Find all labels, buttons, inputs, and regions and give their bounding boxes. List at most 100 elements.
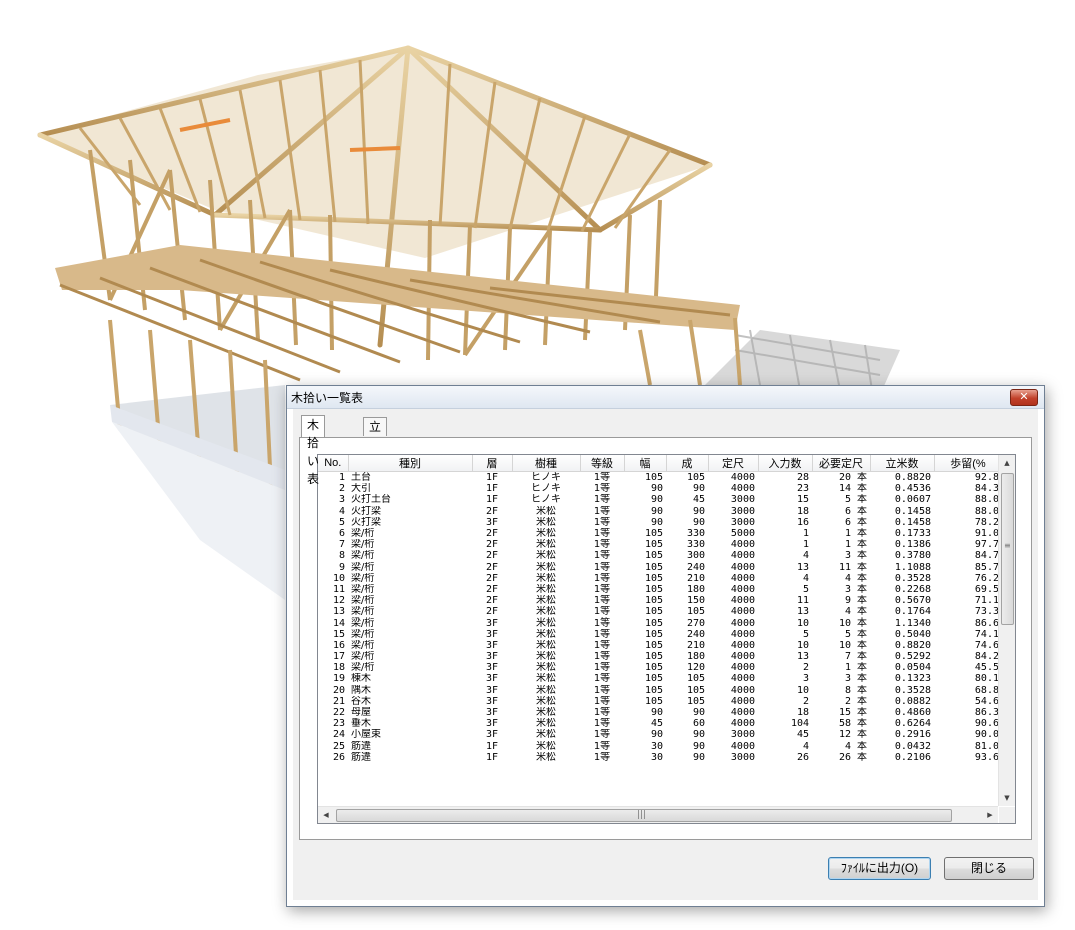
table-cell: 4000 <box>730 695 755 707</box>
table-row[interactable]: 22 母屋 3F 米松 1等 90 90 4000 18 15 本 0.4860 86.3 <box>318 707 998 718</box>
table-cell: 3F <box>485 628 499 640</box>
table-row[interactable]: 19 棟木 3F 米松 1等 105 105 4000 3 3 本 0.1323 80.1 <box>318 673 998 684</box>
table-row[interactable]: 18 梁/桁 3F 米松 1等 105 120 4000 2 1 本 0.0504 45.5 <box>318 662 998 673</box>
table-row[interactable]: 17 梁/桁 3F 米松 1等 105 180 4000 13 7 本 0.5292 84.2 <box>318 651 998 662</box>
table-cell: 梁/桁 <box>351 583 375 595</box>
table-cell: 2 本 <box>844 695 867 707</box>
table-row[interactable]: 26 筋違 1F 米松 1等 30 90 3000 26 26 本 0.2106 93.6 <box>318 752 998 763</box>
table-row[interactable]: 3 火打土台 1F ヒノキ 1等 90 45 3000 15 5 本 0.0607 88.0 <box>318 494 998 505</box>
close-button[interactable]: 閉じる <box>944 857 1034 880</box>
column-header[interactable]: 幅 <box>624 455 667 472</box>
timber-list-view[interactable]: No. 種別層樹種 等級幅成定尺 入力数 必要定尺 立米数 歩留(% 1 土台 1F ヒノキ 1等 1… <box>317 454 1016 824</box>
column-header[interactable]: 定尺 <box>708 455 759 472</box>
table-row[interactable]: 2 大引 1F ヒノキ 1等 90 90 4000 23 14 本 0.4536 84.3 <box>318 483 998 494</box>
table-cell: 105 <box>644 550 663 562</box>
table-cell: 84.3 <box>974 483 998 495</box>
table-cell: 25 <box>332 740 345 752</box>
table-cell: 20 <box>332 684 345 696</box>
scroll-left-icon[interactable]: ◀ <box>318 807 334 823</box>
scroll-down-icon[interactable]: ▼ <box>999 790 1015 806</box>
table-row[interactable]: 21 谷木 3F 米松 1等 105 105 4000 2 2 本 0.0882 54.6 <box>318 696 998 707</box>
column-header[interactable]: 成 <box>666 455 709 472</box>
table-cell: 3F <box>485 662 499 674</box>
table-row[interactable]: 5 火打梁 3F 米松 1等 90 90 3000 16 6 本 0.1458 78.2 <box>318 517 998 528</box>
tab-volume-table[interactable]: 立米表 <box>363 417 388 470</box>
table-cell: 0.1458 <box>894 505 931 517</box>
table-cell: 3000 <box>730 516 755 528</box>
table-cell: 米松 <box>536 516 556 528</box>
table-cell: 梁/桁 <box>351 561 375 573</box>
table-cell: 18 <box>332 662 345 674</box>
vertical-scrollbar[interactable]: ▲ ≡ ▼ <box>998 455 1015 806</box>
tab-timber-list[interactable]: 木拾い表 <box>301 415 326 486</box>
table-cell: 3000 <box>730 505 755 517</box>
table-cell: 60 <box>692 718 705 730</box>
table-row[interactable]: 25 筋違 1F 米松 1等 30 90 4000 4 4 本 0.0432 81.0 <box>318 741 998 752</box>
table-row[interactable]: 23 垂木 3F 米松 1等 45 60 4000 104 58 本 0.6264 90.6 <box>318 718 998 729</box>
table-row[interactable]: 10 梁/桁 2F 米松 1等 105 210 4000 4 4 本 0.3528 76.2 <box>318 573 998 584</box>
table-cell: 84.7 <box>974 550 998 562</box>
scroll-up-icon[interactable]: ▲ <box>999 455 1015 471</box>
column-header[interactable]: 樹種 <box>512 455 581 472</box>
table-row[interactable]: 8 梁/桁 2F 米松 1等 105 300 4000 4 3 本 0.3780 84.7 <box>318 550 998 561</box>
table-cell: 6 本 <box>844 505 867 517</box>
table-row[interactable]: 13 梁/桁 2F 米松 1等 105 105 4000 13 4 本 0.1764 73.3 <box>318 606 998 617</box>
table-cell: 2F <box>485 539 499 551</box>
table-cell: 7 <box>338 539 345 551</box>
table-row[interactable]: 12 梁/桁 2F 米松 1等 105 150 4000 11 9 本 0.5670 71.1 <box>318 595 998 606</box>
close-icon[interactable]: ✕ <box>1010 389 1038 406</box>
table-row[interactable]: 24 小屋束 3F 米松 1等 90 90 3000 45 12 本 0.2916 90.0 <box>318 729 998 740</box>
horizontal-scroll-thumb[interactable]: ||| <box>336 809 952 822</box>
table-cell: 9 本 <box>844 595 867 607</box>
table-cell: 26 <box>796 751 809 763</box>
table-cell: 105 <box>686 606 705 618</box>
column-header[interactable]: 種別 <box>348 455 473 472</box>
table-row[interactable]: 11 梁/桁 2F 米松 1等 105 180 4000 5 3 本 0.2268 69.5 <box>318 584 998 595</box>
table-cell: 71.1 <box>974 595 998 607</box>
table-cell: 19 <box>332 673 345 685</box>
title-bar[interactable]: 木拾い一覧表 ✕ <box>287 386 1044 409</box>
table-cell: 梁/桁 <box>351 572 375 584</box>
table-cell: 81.0 <box>974 740 998 752</box>
table-row[interactable]: 1 土台 1F ヒノキ 1等 105 105 4000 28 20 本 0.8820 92.8 <box>318 472 998 484</box>
table-cell: 5 <box>338 516 345 528</box>
table-cell: 3000 <box>730 494 755 506</box>
table-row[interactable]: 16 梁/桁 3F 米松 1等 105 210 4000 10 10 本 0.8820 74.6 <box>318 640 998 651</box>
table-cell: 105 <box>644 673 663 685</box>
table-cell: 45 <box>796 729 809 741</box>
table-row[interactable]: 6 梁/桁 2F 米松 1等 105 330 5000 1 1 本 0.1733 91.0 <box>318 528 998 539</box>
table-cell: 105 <box>644 639 663 651</box>
scroll-corner <box>999 807 1015 823</box>
table-row[interactable]: 4 火打梁 2F 米松 1等 90 90 3000 18 6 本 0.1458 88.0 <box>318 506 998 517</box>
table-cell: ヒノキ <box>531 494 561 506</box>
column-header[interactable]: No. <box>318 455 349 472</box>
table-cell: 0.3528 <box>894 684 931 696</box>
table-cell: 土台 <box>351 472 371 484</box>
column-header[interactable]: 層 <box>472 455 513 472</box>
table-cell: ヒノキ <box>531 472 561 484</box>
table-row[interactable]: 15 梁/桁 3F 米松 1等 105 240 4000 5 5 本 0.5040 74.1 <box>318 629 998 640</box>
table-cell: 米松 <box>536 606 556 618</box>
table-cell: 13 <box>332 606 345 618</box>
export-file-button[interactable]: ﾌｧｲﾙに出力(O) <box>828 857 931 880</box>
column-header[interactable]: 必要定尺 <box>812 455 871 472</box>
horizontal-scrollbar[interactable]: ◀ ||| ▶ <box>318 806 998 823</box>
table-cell: 14 本 <box>838 483 867 495</box>
table-cell: 2F <box>485 595 499 607</box>
table-cell: 90.6 <box>974 718 998 730</box>
vertical-scroll-thumb[interactable]: ≡ <box>1001 473 1014 625</box>
timber-table: No. 種別層樹種 等級幅成定尺 入力数 必要定尺 立米数 歩留(% 1 土台 1F ヒノキ 1等 1… <box>318 455 998 763</box>
table-row[interactable]: 14 梁/桁 3F 米松 1等 105 270 4000 10 10 本 1.1340 86.6 <box>318 617 998 629</box>
table-row[interactable]: 20 隅木 3F 米松 1等 105 105 4000 10 8 本 0.3528 68.8 <box>318 685 998 696</box>
scroll-right-icon[interactable]: ▶ <box>982 807 998 823</box>
table-cell: 0.2916 <box>894 729 931 741</box>
table-row[interactable]: 9 梁/桁 2F 米松 1等 105 240 4000 13 11 本 1.1088 85.7 <box>318 562 998 573</box>
table-cell: 梁/桁 <box>351 550 375 562</box>
column-header[interactable]: 歩留(% <box>934 455 998 472</box>
table-cell: 105 <box>686 673 705 685</box>
column-header[interactable]: 立米数 <box>870 455 935 472</box>
table-cell: 5000 <box>730 528 755 540</box>
column-header[interactable]: 等級 <box>580 455 625 472</box>
column-header[interactable]: 入力数 <box>758 455 813 472</box>
table-row[interactable]: 7 梁/桁 2F 米松 1等 105 330 4000 1 1 本 0.1386 97.7 <box>318 539 998 550</box>
